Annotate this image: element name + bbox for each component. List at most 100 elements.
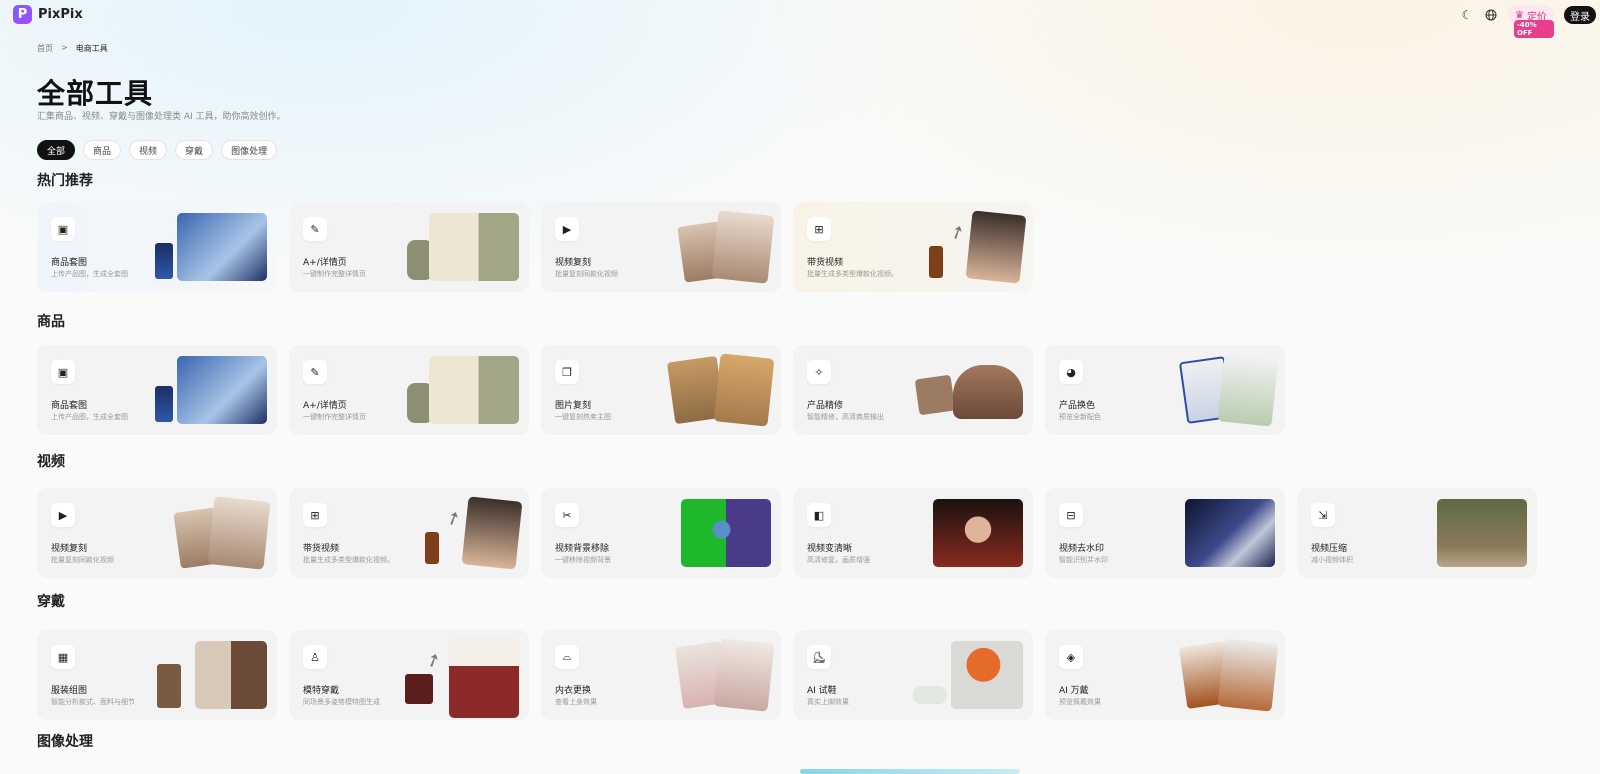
tool-card[interactable]: ▶ 视频复刻 批量复刻同款化视频 bbox=[541, 202, 781, 292]
shoe-icon: ⛸ bbox=[807, 645, 831, 669]
glasses-case-preview bbox=[953, 365, 1023, 419]
green-can-preview bbox=[1217, 353, 1279, 427]
tool-card[interactable]: ✎ A+/详情页 一键制作完整详情页 ➚ bbox=[289, 345, 529, 435]
pricing-button[interactable]: ♛ 定价 -40% OFF bbox=[1508, 5, 1554, 38]
filter-image-processing[interactable]: 图像处理 bbox=[221, 140, 278, 160]
page-title: 全部工具 bbox=[37, 77, 154, 110]
tool-card[interactable]: ✧ 产品精修 智能精修，高清商质输出 bbox=[793, 345, 1033, 435]
tool-card[interactable]: ◧ 视频变清晰 高清修复，画质增强 bbox=[793, 488, 1033, 578]
filter-product[interactable]: 商品 bbox=[83, 140, 122, 160]
card-title: 商品套图 bbox=[51, 258, 88, 268]
tool-card[interactable]: ⌓ 内衣更换 查看上身效果 bbox=[541, 630, 781, 720]
hot-row: ▣ 商品套图 上传产品图，生成全套图 ➚ ✎ A+/详情页 一键制作完整详情页 … bbox=[37, 202, 1033, 292]
video-cut-icon: ✂ bbox=[555, 503, 579, 527]
coat-image bbox=[157, 664, 181, 708]
tool-card[interactable]: ⊞ 带货视频 批量生成多类型爆款化视频。 ➚ bbox=[793, 202, 1033, 292]
card-title: 内衣更换 bbox=[555, 686, 592, 696]
page-edit-icon: ✎ bbox=[303, 360, 327, 384]
copy-icon: ❐ bbox=[555, 360, 579, 384]
card-desc: 预览全新配色 bbox=[1059, 413, 1101, 421]
breadcrumb-current: 电商工具 bbox=[75, 44, 108, 53]
card-desc: 智能分析款式、面料与细节 bbox=[51, 698, 135, 706]
page-edit-icon: ✎ bbox=[303, 217, 327, 241]
wand-icon: ✧ bbox=[807, 360, 831, 384]
tool-card[interactable]: ◕ 产品换色 预览全新配色 bbox=[1045, 345, 1285, 435]
video-replica-preview bbox=[711, 210, 775, 284]
tool-card[interactable]: ⇲ 视频压缩 减小视频体积 bbox=[1297, 488, 1537, 578]
outfit-collage-preview bbox=[195, 641, 267, 709]
logo[interactable]: P PixPix bbox=[13, 5, 83, 24]
logo-icon: P bbox=[13, 5, 32, 24]
tool-card[interactable]: ⊞ 带货视频 批量生成多类型爆款化视频。 ➚ bbox=[289, 488, 529, 578]
section-title-product: 商品 bbox=[37, 314, 65, 330]
glasses-before-image bbox=[914, 374, 956, 416]
card-title: 服装组图 bbox=[51, 686, 88, 696]
section-title-image-processing: 图像处理 bbox=[37, 734, 93, 750]
card-title: 模特穿戴 bbox=[303, 686, 340, 696]
section-title-hot: 热门推荐 bbox=[37, 173, 93, 189]
card-title: 产品精修 bbox=[807, 401, 844, 411]
sneaker-image bbox=[913, 686, 947, 704]
category-filters: 全部 商品 视频 穿戴 图像处理 bbox=[37, 140, 278, 160]
card-title: 带货视频 bbox=[807, 258, 844, 268]
language-globe-icon[interactable] bbox=[1484, 8, 1498, 22]
tool-card[interactable]: ⊟ 视频去水印 智能识别并水印 bbox=[1045, 488, 1285, 578]
theme-toggle-icon[interactable]: ☾ bbox=[1460, 8, 1474, 22]
card-title: 视频复刻 bbox=[555, 258, 592, 268]
card-title: A+/详情页 bbox=[303, 401, 347, 411]
card-title: 商品套图 bbox=[51, 401, 88, 411]
shoe-tryon-preview bbox=[951, 641, 1023, 709]
sales-video-preview bbox=[965, 210, 1027, 284]
tool-card[interactable]: ▶ 视频复刻 批量复刻同款化视频 bbox=[37, 488, 277, 578]
logo-text: PixPix bbox=[38, 7, 83, 22]
tool-card[interactable]: ✂ 视频背景移除 一键移除视频背景 bbox=[541, 488, 781, 578]
discount-badge: -40% OFF bbox=[1514, 20, 1554, 38]
tool-card[interactable]: ▦ 服装组图 智能分析款式、面料与细节 bbox=[37, 630, 277, 720]
model-wear-preview bbox=[449, 638, 519, 718]
card-title: 视频去水印 bbox=[1059, 544, 1105, 554]
card-desc: 同场景多姿势模特图生成 bbox=[303, 698, 380, 706]
card-title: 带货视频 bbox=[303, 544, 340, 554]
poster-replica-preview bbox=[713, 353, 775, 427]
video-hd-icon: ◧ bbox=[807, 503, 831, 527]
login-button[interactable]: 登录 bbox=[1564, 6, 1596, 24]
section-title-video: 视频 bbox=[37, 454, 65, 470]
breadcrumb-home[interactable]: 首页 bbox=[37, 43, 53, 54]
card-title: 图片复刻 bbox=[555, 401, 592, 411]
filter-all[interactable]: 全部 bbox=[37, 140, 76, 160]
tool-card[interactable]: ⛸ AI 试鞋 真实上脚效果 ➚ bbox=[793, 630, 1033, 720]
amber-bottle-image bbox=[425, 532, 439, 564]
card-desc: 一键制作完整详情页 bbox=[303, 413, 366, 421]
tool-card[interactable]: ❐ 图片复刻 一键复刻热卖主图 bbox=[541, 345, 781, 435]
card-title: 视频复刻 bbox=[51, 544, 88, 554]
tool-card[interactable]: ◈ AI 万戴 预览佩戴效果 bbox=[1045, 630, 1285, 720]
card-title: 视频变清晰 bbox=[807, 544, 853, 554]
wear-row: ▦ 服装组图 智能分析款式、面料与细节 ♙ 模特穿戴 同场景多姿势模特图生成 ➚… bbox=[37, 630, 1285, 720]
filter-video[interactable]: 视频 bbox=[129, 140, 168, 160]
tool-card[interactable]: ▣ 商品套图 上传产品图，生成全套图 ➚ bbox=[37, 345, 277, 435]
card-desc: 一键移除视频背景 bbox=[555, 556, 611, 564]
card-title: 视频压缩 bbox=[1311, 544, 1348, 554]
card-desc: 高清修复，画质增强 bbox=[807, 556, 870, 564]
video-icon: ▶ bbox=[555, 217, 579, 241]
card-title: 视频背景移除 bbox=[555, 544, 610, 554]
top-bar: P PixPix ☾ ♛ 定价 -40% OFF 登录 bbox=[0, 0, 1600, 38]
card-title: AI 试鞋 bbox=[807, 686, 837, 696]
filter-wear[interactable]: 穿戴 bbox=[175, 140, 214, 160]
arrow-icon: ➚ bbox=[422, 647, 445, 674]
card-desc: 减小视频体积 bbox=[1311, 556, 1353, 564]
card-desc: 一键复刻热卖主图 bbox=[555, 413, 611, 421]
tool-card[interactable]: ▣ 商品套图 上传产品图，生成全套图 ➚ bbox=[37, 202, 277, 292]
product-row: ▣ 商品套图 上传产品图，生成全套图 ➚ ✎ A+/详情页 一键制作完整详情页 … bbox=[37, 345, 1285, 435]
tool-card[interactable]: ✎ A+/详情页 一键制作完整详情页 ➚ bbox=[289, 202, 529, 292]
arrow-icon: ➚ bbox=[946, 219, 969, 246]
detail-page-preview bbox=[429, 213, 519, 281]
tool-card[interactable]: ♙ 模特穿戴 同场景多姿势模特图生成 ➚ bbox=[289, 630, 529, 720]
card-desc: 上传产品图，生成全套图 bbox=[51, 270, 128, 278]
detail-page-preview bbox=[429, 356, 519, 424]
card-title: 产品换色 bbox=[1059, 401, 1096, 411]
card-desc: 批量复刻同款化视频 bbox=[51, 556, 114, 564]
breadcrumb-separator: > bbox=[61, 43, 68, 52]
arrow-icon: ➚ bbox=[442, 505, 465, 532]
image-processing-preview-strip bbox=[800, 769, 1020, 774]
